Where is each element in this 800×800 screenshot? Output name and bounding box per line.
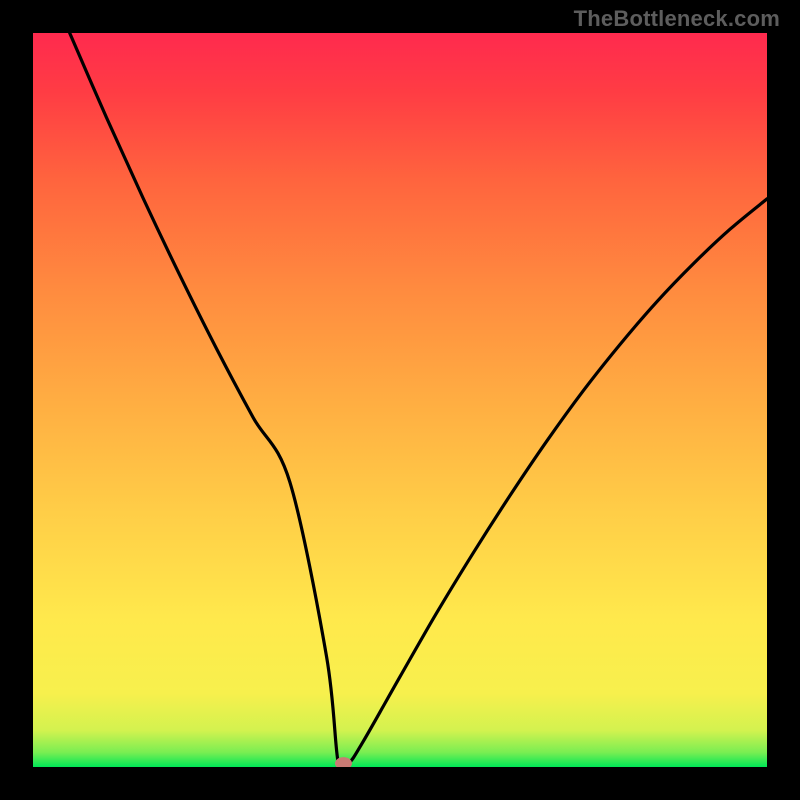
chart-svg [33, 33, 767, 767]
chart-frame: TheBottleneck.com [0, 0, 800, 800]
watermark-text: TheBottleneck.com [574, 6, 780, 32]
gradient-background [33, 33, 767, 767]
plot-area [33, 33, 767, 767]
